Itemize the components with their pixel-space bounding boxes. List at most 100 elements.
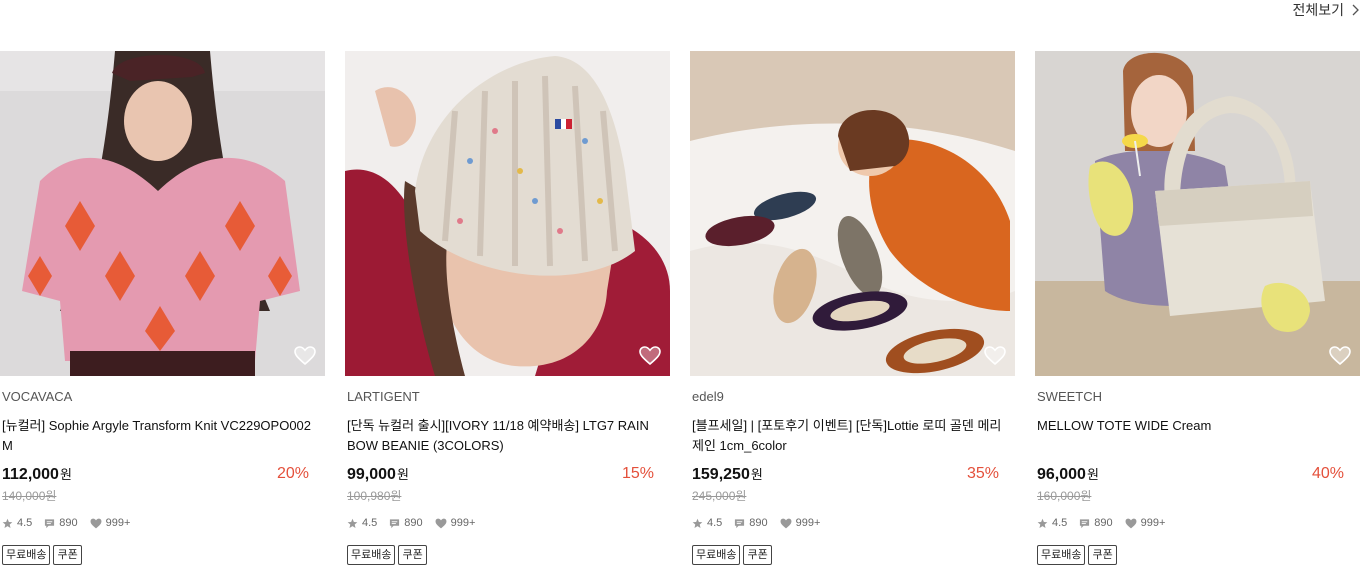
product-stats: 4.5 890 999+ [2,515,142,531]
like-count: 999+ [795,517,821,529]
like-stat: 999+ [780,517,821,529]
free-shipping-badge: 무료배송 [2,545,51,565]
star-icon [692,518,703,528]
star-icon [2,518,13,528]
like-stat: 999+ [1125,517,1166,529]
sale-price: 99,000 [347,466,396,483]
badge-list: 무료배송 쿠폰 [2,545,82,565]
product-grid: VOCAVACA [뉴컬러] Sophie Argyle Transform K… [0,51,1360,566]
product-thumbnail[interactable] [0,51,325,376]
product-thumbnail[interactable] [690,51,1015,376]
product-thumbnail[interactable] [345,51,670,376]
product-card[interactable]: edel9 [블프세일] | [포토후기 이벤트] [단독]Lottie 로띠 … [690,51,1015,566]
badge-list: 무료배송 쿠폰 [347,545,427,565]
like-stat: 999+ [435,517,476,529]
discount-rate: 35% [966,465,999,482]
price-row: 96,000원 40% [1037,464,1344,486]
review-count: 890 [749,517,768,529]
heart-icon[interactable] [984,346,1006,366]
product-title[interactable]: [블프세일] | [포토후기 이벤트] [단독]Lottie 로띠 골덴 메리제… [692,416,1002,456]
discount-rate: 20% [276,465,309,482]
review-count: 890 [59,517,78,529]
review-stat: 890 [389,517,423,529]
product-photo-argyle-knit [0,51,325,376]
sale-price: 112,000 [2,466,59,483]
currency-unit: 원 [1086,467,1099,482]
rating-stat: 4.5 [1037,517,1067,529]
heart-filled-icon [435,518,447,528]
brand-name[interactable]: VOCAVACA [2,389,72,404]
price-row: 159,250원 35% [692,464,999,486]
product-stats: 4.5 890 999+ [1037,515,1177,531]
like-count: 999+ [450,517,476,529]
review-count: 890 [404,517,423,529]
review-stat: 890 [1079,517,1113,529]
sale-price: 96,000 [1037,466,1086,483]
product-card[interactable]: VOCAVACA [뉴컬러] Sophie Argyle Transform K… [0,51,325,566]
brand-name[interactable]: edel9 [692,389,724,404]
coupon-badge: 쿠폰 [398,545,427,565]
brand-name[interactable]: SWEETCH [1037,389,1102,404]
free-shipping-badge: 무료배송 [347,545,396,565]
coupon-badge: 쿠폰 [53,545,82,565]
product-card[interactable]: SWEETCH MELLOW TOTE WIDE Cream 96,000원 4… [1035,51,1360,566]
currency-unit: 원 [396,467,409,482]
free-shipping-badge: 무료배송 [1037,545,1086,565]
review-stat: 890 [734,517,768,529]
review-count: 890 [1094,517,1113,529]
badge-list: 무료배송 쿠폰 [1037,545,1117,565]
rating-value: 4.5 [707,517,723,529]
rating-value: 4.5 [362,517,378,529]
coupon-badge: 쿠폰 [743,545,772,565]
discount-rate: 15% [621,465,654,482]
rating-stat: 4.5 [692,517,722,529]
like-count: 999+ [105,517,131,529]
rating-stat: 4.5 [2,517,32,529]
product-photo-mary-jane-shoes [690,51,1015,376]
brand-name[interactable]: LARTIGENT [347,389,420,404]
heart-filled-icon [1125,518,1137,528]
original-price: 160,000원 [1037,489,1092,503]
discount-rate: 40% [1311,465,1344,482]
heart-icon[interactable] [1329,346,1351,366]
rating-stat: 4.5 [347,517,377,529]
chevron-right-icon [1352,4,1359,16]
product-photo-rainbow-beanie [345,51,670,376]
heart-filled-icon [90,518,102,528]
product-stats: 4.5 890 999+ [692,515,832,531]
comment-icon [45,518,55,528]
currency-unit: 원 [750,467,763,482]
free-shipping-badge: 무료배송 [692,545,741,565]
product-thumbnail[interactable] [1035,51,1360,376]
review-stat: 890 [44,517,78,529]
star-icon [347,518,358,528]
product-title[interactable]: MELLOW TOTE WIDE Cream [1037,416,1347,436]
product-photo-mellow-tote [1035,51,1360,376]
price-row: 99,000원 15% [347,464,654,486]
like-count: 999+ [1140,517,1166,529]
badge-list: 무료배송 쿠폰 [692,545,772,565]
view-all-link[interactable]: 전체보기 [1292,1,1360,19]
product-stats: 4.5 890 999+ [347,515,487,531]
rating-value: 4.5 [1052,517,1068,529]
original-price: 245,000원 [692,489,747,503]
coupon-badge: 쿠폰 [1088,545,1117,565]
original-price: 100,980원 [347,489,402,503]
currency-unit: 원 [59,467,72,482]
comment-icon [735,518,745,528]
view-all-label: 전체보기 [1292,2,1344,18]
product-card[interactable]: LARTIGENT [단독 뉴컬러 출시][IVORY 11/18 예약배송] … [345,51,670,566]
comment-icon [390,518,400,528]
original-price: 140,000원 [2,489,57,503]
star-icon [1037,518,1048,528]
rating-value: 4.5 [17,517,33,529]
like-stat: 999+ [90,517,131,529]
price-row: 112,000원 20% [2,464,309,486]
heart-icon[interactable] [639,346,661,366]
heart-icon[interactable] [294,346,316,366]
product-title[interactable]: [단독 뉴컬러 출시][IVORY 11/18 예약배송] LTG7 RAINB… [347,416,657,456]
heart-filled-icon [780,518,792,528]
product-title[interactable]: [뉴컬러] Sophie Argyle Transform Knit VC229… [2,416,312,456]
comment-icon [1080,518,1090,528]
sale-price: 159,250 [692,466,750,483]
